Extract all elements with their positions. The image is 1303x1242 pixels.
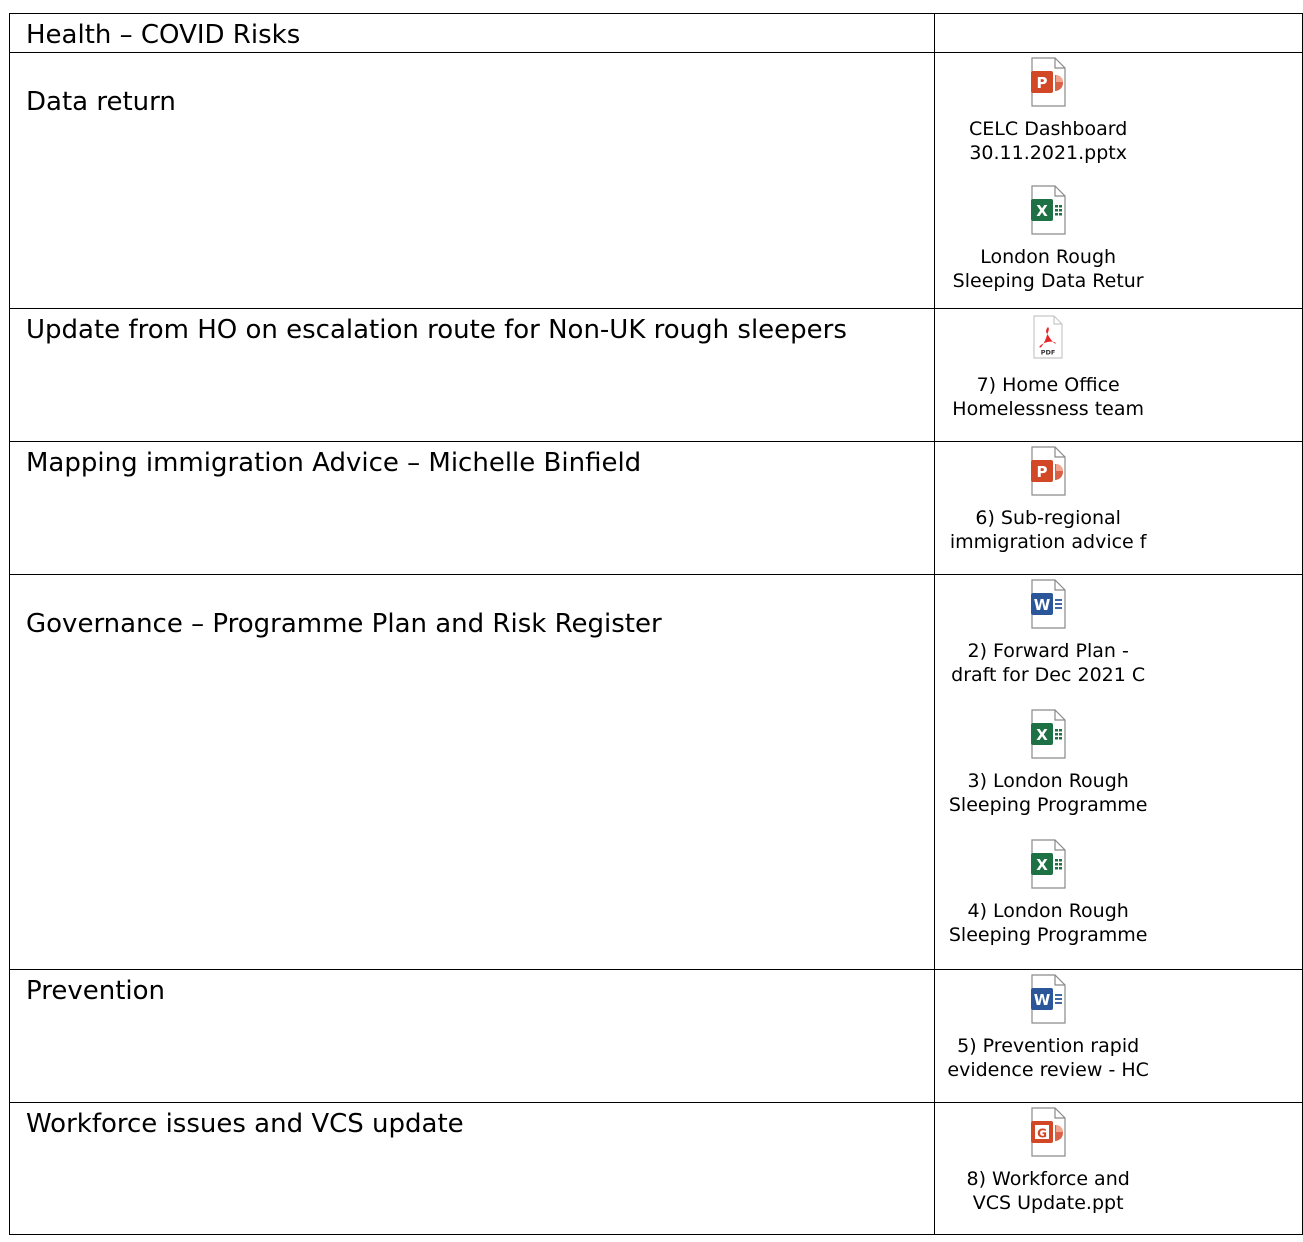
excel-file-icon[interactable]: X <box>1030 709 1066 763</box>
file-name-line: 30.11.2021.pptx <box>969 142 1127 164</box>
file-name-line: immigration advice f <box>949 531 1147 553</box>
svg-text:G: G <box>1037 1127 1047 1141</box>
attachments-cell: W 2) Forward Plan - draft for Dec 2021 C X 3… <box>934 574 1303 970</box>
svg-text:X: X <box>1036 856 1048 874</box>
file-name: 8) Workforce and VCS Update.ppt <box>938 1167 1158 1215</box>
attached-file[interactable]: P 6) Sub-regional immigration advice f <box>938 446 1158 554</box>
agenda-item-title: Data return <box>26 87 176 117</box>
svg-text:W: W <box>1034 596 1051 614</box>
agenda-item-title: Mapping immigration Advice – Michelle Bi… <box>26 448 642 478</box>
agenda-item-cell: Prevention <box>8 969 936 1103</box>
file-name-line: London Rough <box>980 246 1117 268</box>
file-name-line: CELC Dashboard <box>969 118 1128 140</box>
file-name-line: 7) Home Office <box>976 374 1120 396</box>
attached-file[interactable]: W 5) Prevention rapid evidence review - HC <box>938 974 1158 1082</box>
agenda-row: Governance – Programme Plan and Risk Reg… <box>8 574 1303 970</box>
agenda-item-cell: Health – COVID Risks <box>8 13 936 53</box>
file-name: 2) Forward Plan - draft for Dec 2021 C <box>938 639 1158 687</box>
file-name: CELC Dashboard 30.11.2021.pptx <box>938 117 1158 165</box>
file-name-line: 6) Sub-regional <box>975 507 1121 529</box>
agenda-item-cell: Data return <box>8 52 936 309</box>
svg-text:X: X <box>1036 202 1048 220</box>
agenda-table: Health – COVID Risks Data return P CELC Das… <box>8 13 1303 1235</box>
attachments-list: P 6) Sub-regional immigration advice f <box>938 442 1158 554</box>
svg-text:P: P <box>1037 74 1048 92</box>
attachments-list: W 2) Forward Plan - draft for Dec 2021 C X 3… <box>938 575 1158 947</box>
excel-file-icon[interactable]: X <box>1030 185 1066 239</box>
file-name-line: evidence review - HC <box>947 1059 1149 1081</box>
file-name: 4) London Rough Sleeping Programme <box>938 899 1158 947</box>
attachments-cell: P CELC Dashboard 30.11.2021.pptx X London Ro… <box>934 52 1303 309</box>
agenda-item-cell: Mapping immigration Advice – Michelle Bi… <box>8 441 936 575</box>
powerpoint-file-icon[interactable]: P <box>1030 57 1066 111</box>
agenda-item-title: Workforce issues and VCS update <box>26 1109 464 1139</box>
word-file-icon[interactable]: W <box>1030 579 1066 633</box>
attachments-cell <box>934 13 1303 53</box>
file-name-line: draft for Dec 2021 C <box>951 664 1146 686</box>
file-name: 7) Home Office Homelessness team <box>938 373 1158 421</box>
excel-file-icon[interactable]: X <box>1030 839 1066 893</box>
agenda-item-title: Update from HO on escalation route for N… <box>26 315 847 345</box>
file-name-line: Sleeping Programme <box>948 794 1148 816</box>
attachments-cell: G 8) Workforce and VCS Update.ppt <box>934 1102 1303 1235</box>
attachments-cell: P 6) Sub-regional immigration advice f <box>934 441 1303 575</box>
file-name: 5) Prevention rapid evidence review - HC <box>938 1034 1158 1082</box>
agenda-item-title: Prevention <box>26 976 166 1006</box>
agenda-item-cell: Workforce issues and VCS update <box>8 1102 936 1235</box>
svg-text:PDF: PDF <box>1041 349 1056 357</box>
attachments-cell: W 5) Prevention rapid evidence review - HC <box>934 969 1303 1103</box>
svg-text:X: X <box>1036 726 1048 744</box>
agenda-row: Health – COVID Risks <box>8 13 1303 53</box>
svg-text:W: W <box>1034 991 1051 1009</box>
file-name: London Rough Sleeping Data Retur <box>938 245 1158 293</box>
agenda-row: Mapping immigration Advice – Michelle Bi… <box>8 441 1303 575</box>
file-name-line: Sleeping Programme <box>948 924 1148 946</box>
file-name-line: 8) Workforce and <box>966 1168 1130 1190</box>
file-name-line: 3) London Rough <box>967 770 1129 792</box>
attached-file[interactable]: PDF 7) Home Office Homelessness team <box>938 313 1158 421</box>
agenda-item-title: Health – COVID Risks <box>26 20 301 50</box>
attached-file[interactable]: X London Rough Sleeping Data Retur <box>938 185 1158 293</box>
agenda-row: Prevention W 5) Prevention rapid evidence r… <box>8 969 1303 1103</box>
attachments-cell: PDF 7) Home Office Homelessness team <box>934 308 1303 442</box>
attached-file[interactable]: G 8) Workforce and VCS Update.ppt <box>938 1107 1158 1215</box>
file-name-line: Homelessness team <box>952 398 1145 420</box>
svg-text:P: P <box>1037 463 1048 481</box>
file-name: 3) London Rough Sleeping Programme <box>938 769 1158 817</box>
agenda-row: Data return P CELC Dashboard 30.11.2021.ppt… <box>8 52 1303 309</box>
agenda-row: Workforce issues and VCS update G 8) Workf… <box>8 1102 1303 1235</box>
file-name-line: 2) Forward Plan - <box>967 640 1129 662</box>
file-name-line: 4) London Rough <box>967 900 1129 922</box>
agenda-item-cell: Governance – Programme Plan and Risk Reg… <box>8 574 936 970</box>
attachments-list: PDF 7) Home Office Homelessness team <box>938 309 1158 421</box>
powerpoint-file-icon[interactable]: P <box>1030 446 1066 500</box>
attachments-list: G 8) Workforce and VCS Update.ppt <box>938 1103 1158 1215</box>
word-file-icon[interactable]: W <box>1030 974 1066 1028</box>
agenda-body: Health – COVID Risks Data return P CELC Das… <box>8 13 1303 1235</box>
powerpoint-legacy-file-icon[interactable]: G <box>1030 1107 1066 1161</box>
agenda-row: Update from HO on escalation route for N… <box>8 308 1303 442</box>
attached-file[interactable]: X 3) London Rough Sleeping Programme <box>938 709 1158 817</box>
attached-file[interactable]: X 4) London Rough Sleeping Programme <box>938 839 1158 947</box>
file-name-line: VCS Update.ppt <box>972 1192 1124 1214</box>
agenda-item-cell: Update from HO on escalation route for N… <box>8 308 936 442</box>
file-name-line: Sleeping Data Retur <box>952 270 1144 292</box>
file-name: 6) Sub-regional immigration advice f <box>938 506 1158 554</box>
attachments-list: W 5) Prevention rapid evidence review - HC <box>938 970 1158 1082</box>
pdf-file-icon[interactable]: PDF <box>1030 313 1066 367</box>
attachments-list: P CELC Dashboard 30.11.2021.pptx X London Ro… <box>938 53 1158 293</box>
attached-file[interactable]: P CELC Dashboard 30.11.2021.pptx <box>938 57 1158 165</box>
attached-file[interactable]: W 2) Forward Plan - draft for Dec 2021 C <box>938 579 1158 687</box>
file-name-line: 5) Prevention rapid <box>957 1035 1140 1057</box>
agenda-item-title: Governance – Programme Plan and Risk Reg… <box>26 609 662 639</box>
